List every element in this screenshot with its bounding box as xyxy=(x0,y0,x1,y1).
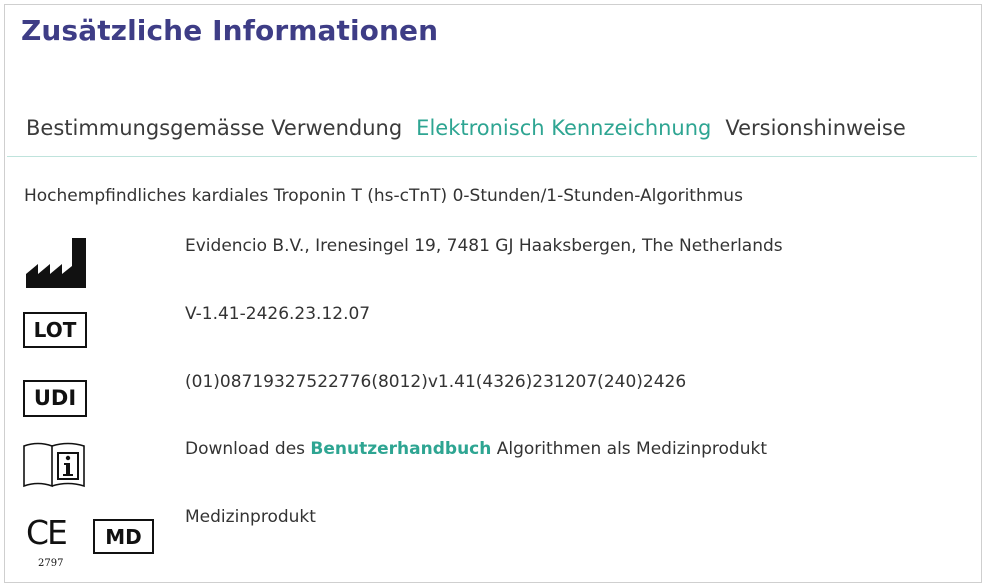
ifu-text: Download des Benutzerhandbuch Algorithme… xyxy=(185,439,768,459)
ce-mark-icon: CE xyxy=(26,513,68,552)
medical-device-text: Medizinprodukt xyxy=(185,507,316,527)
tab-divider xyxy=(7,156,977,157)
udi-code: (01)08719327522776(8012)v1.41(4326)23120… xyxy=(185,372,687,392)
section-title: Zusätzliche Informationen xyxy=(21,14,439,47)
user-manual-link[interactable]: Benutzerhandbuch xyxy=(310,439,491,459)
medical-device-icon: MD xyxy=(93,519,154,554)
udi-icon: UDI xyxy=(23,380,87,417)
lot-number: V-1.41-2426.23.12.07 xyxy=(185,304,371,324)
instructions-for-use-icon xyxy=(23,442,85,488)
tab-bar: Bestimmungsgemässe Verwendung Elektronis… xyxy=(26,116,906,140)
tab-bestimmungsgemasse-verwendung[interactable]: Bestimmungsgemässe Verwendung xyxy=(26,116,402,140)
lot-icon: LOT xyxy=(23,312,87,348)
manufacturer-icon xyxy=(26,238,86,288)
info-panel xyxy=(4,4,982,583)
device-name: Hochempfindliches kardiales Troponin T (… xyxy=(24,186,743,206)
tab-elektronisch-kennzeichnung[interactable]: Elektronisch Kennzeichnung xyxy=(416,116,711,140)
manufacturer-address: Evidencio B.V., Irenesingel 19, 7481 GJ … xyxy=(185,236,783,256)
tab-versionshinweise[interactable]: Versionshinweise xyxy=(725,116,905,140)
notified-body-number: 2797 xyxy=(38,558,64,569)
